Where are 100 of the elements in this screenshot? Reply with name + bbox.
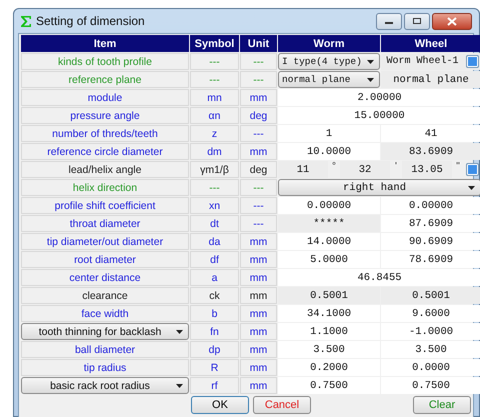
browse-button[interactable]: [466, 163, 479, 176]
symbol-cell: da: [190, 233, 239, 250]
item-cell: lead/helix angle: [21, 161, 189, 178]
caret-icon: [176, 330, 183, 334]
value-field[interactable]: 1.1000: [278, 323, 380, 340]
caret-icon: [367, 60, 374, 64]
maximize-icon: [412, 17, 422, 25]
value-field[interactable]: 9.6000: [381, 305, 480, 322]
value-field[interactable]: 0.7500: [381, 377, 480, 394]
value-field[interactable]: 78.6909: [381, 251, 480, 268]
symbol-cell: dp: [190, 341, 239, 358]
close-button[interactable]: [432, 12, 472, 30]
unit-cell: mm: [240, 323, 277, 340]
item-dropdown[interactable]: basic rack root radius: [21, 377, 189, 394]
unit-cell: mm: [240, 251, 277, 268]
unit-cell: mm: [240, 377, 277, 394]
value-field[interactable]: 41: [381, 125, 480, 142]
unit-cell: ---: [240, 71, 277, 88]
item-cell: profile shift coefficient: [21, 197, 189, 214]
value-field[interactable]: 34.1000: [278, 305, 380, 322]
symbol-cell: df: [190, 251, 239, 268]
angle-field[interactable]: 13.05: [402, 161, 452, 178]
angle-unit: °: [331, 161, 337, 172]
value-field[interactable]: 0.7500: [278, 377, 380, 394]
symbol-cell: mn: [190, 89, 239, 106]
unit-cell: mm: [240, 269, 277, 286]
value-field[interactable]: 10.0000: [278, 143, 380, 160]
value-field[interactable]: 5.0000: [278, 251, 380, 268]
minimize-button[interactable]: [376, 12, 402, 30]
unit-cell: mm: [240, 233, 277, 250]
symbol-cell: ck: [190, 287, 239, 304]
value-field: 0.5001: [278, 287, 380, 304]
value-dropdown[interactable]: I type(4 type): [278, 53, 380, 70]
item-cell: helix direction: [21, 179, 189, 196]
unit-cell: deg: [240, 161, 277, 178]
cancel-button[interactable]: Cancel: [253, 396, 311, 414]
value-field[interactable]: 15.00000: [278, 107, 480, 124]
unit-cell: mm: [240, 359, 277, 376]
symbol-cell: b: [190, 305, 239, 322]
value-field[interactable]: 0.2000: [278, 359, 380, 376]
value-field[interactable]: 14.0000: [278, 233, 380, 250]
value-field[interactable]: 0.00000: [278, 197, 380, 214]
value-field[interactable]: 3.500: [278, 341, 380, 358]
browse-button[interactable]: [466, 55, 479, 68]
caret-icon: [367, 78, 374, 82]
item-cell: ball diameter: [21, 341, 189, 358]
column-header: Wheel: [381, 35, 480, 52]
unit-cell: mm: [240, 287, 277, 304]
item-cell: clearance: [21, 287, 189, 304]
item-cell: tip radius: [21, 359, 189, 376]
value-field: 0.5001: [381, 287, 480, 304]
angle-field[interactable]: 11: [278, 161, 328, 178]
column-header: Symbol: [190, 35, 239, 52]
symbol-cell: dt: [190, 215, 239, 232]
unit-cell: ---: [240, 179, 277, 196]
unit-cell: mm: [240, 143, 277, 160]
value-field: 83.6909: [381, 143, 480, 160]
value-field[interactable]: 0.00000: [381, 197, 480, 214]
symbol-cell: R: [190, 359, 239, 376]
value-field[interactable]: -1.0000: [381, 323, 480, 340]
unit-cell: mm: [240, 305, 277, 322]
value-field[interactable]: 90.6909: [381, 233, 480, 250]
caret-icon: [176, 384, 183, 388]
value-field[interactable]: 1: [278, 125, 380, 142]
symbol-cell: ---: [190, 53, 239, 70]
item-cell: throat diameter: [21, 215, 189, 232]
column-header: Worm: [278, 35, 380, 52]
value-field: *****: [278, 215, 380, 232]
clear-button[interactable]: Clear: [413, 396, 471, 414]
value-field[interactable]: 0.0000: [381, 359, 480, 376]
item-cell: reference circle diameter: [21, 143, 189, 160]
item-cell: reference plane: [21, 71, 189, 88]
close-icon: [447, 16, 457, 26]
sigma-icon: [20, 14, 32, 28]
symbol-cell: xn: [190, 197, 239, 214]
value-field[interactable]: 46.8455: [278, 269, 480, 286]
value-field[interactable]: 3.500: [381, 341, 480, 358]
item-cell: kinds of tooth profile: [21, 53, 189, 70]
unit-cell: mm: [240, 89, 277, 106]
item-dropdown[interactable]: tooth thinning for backlash: [21, 323, 189, 340]
ok-button[interactable]: OK: [191, 396, 249, 414]
value-dropdown[interactable]: normal plane: [278, 71, 380, 88]
item-cell: center distance: [21, 269, 189, 286]
maximize-button[interactable]: [404, 12, 430, 30]
value-field[interactable]: 87.6909: [381, 215, 480, 232]
column-header: Unit: [240, 35, 277, 52]
item-cell: pressure angle: [21, 107, 189, 124]
window-title: Setting of dimension: [36, 14, 146, 28]
angle-unit: ': [394, 161, 398, 172]
symbol-cell: ---: [190, 179, 239, 196]
unit-cell: deg: [240, 107, 277, 124]
symbol-cell: a: [190, 269, 239, 286]
value-field: normal plane: [381, 71, 480, 88]
item-cell: face width: [21, 305, 189, 322]
value-dropdown[interactable]: right hand: [278, 179, 480, 196]
angle-field[interactable]: 32: [340, 161, 390, 178]
symbol-cell: ---: [190, 71, 239, 88]
symbol-cell: rf: [190, 377, 239, 394]
unit-cell: ---: [240, 125, 277, 142]
value-field[interactable]: 2.00000: [278, 89, 480, 106]
